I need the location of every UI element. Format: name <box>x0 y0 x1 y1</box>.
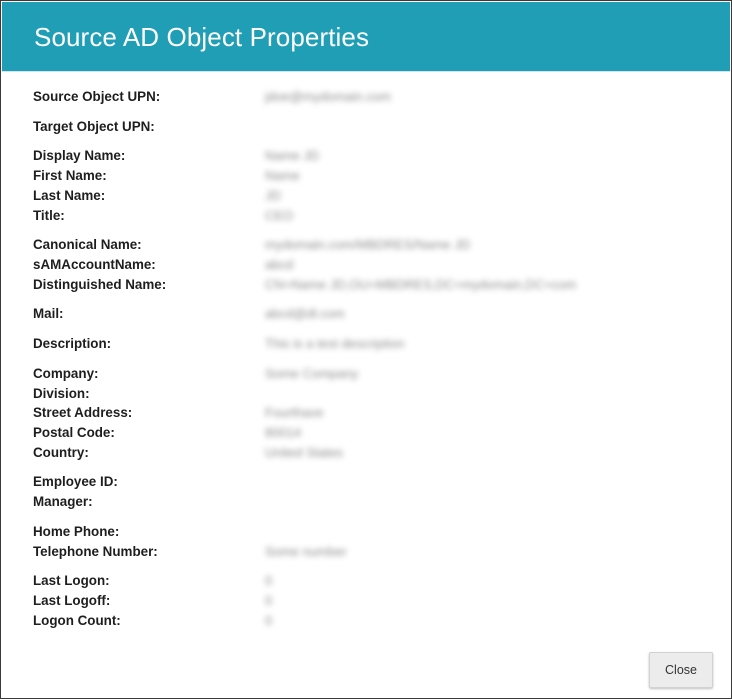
property-label: Last Name: <box>33 188 106 203</box>
property-value: 0 <box>265 573 273 588</box>
property-label: Logon Count: <box>33 613 121 628</box>
property-value: abcd <box>265 257 294 272</box>
property-row-mail: Mail: abcd@dl.com <box>1 304 731 324</box>
property-label: Manager: <box>33 494 93 509</box>
property-value: Name JD <box>265 148 320 163</box>
property-label: Division: <box>33 386 90 401</box>
property-value: This is a test description <box>265 336 405 351</box>
property-value: 0 <box>265 613 273 628</box>
property-value: mydomain.com/MBDRES/Name JD <box>265 237 471 252</box>
property-label: Canonical Name: <box>33 237 142 252</box>
property-label: Telephone Number: <box>33 544 158 559</box>
dialog-title: Source AD Object Properties <box>34 22 370 52</box>
close-button[interactable]: Close <box>649 652 713 688</box>
property-row-logon-count: Logon Count: 0 <box>1 611 731 631</box>
property-row-display-name: Display Name: Name JD <box>1 146 731 166</box>
property-label: Source Object UPN: <box>33 89 161 104</box>
property-label: Country: <box>33 445 89 460</box>
property-label: Display Name: <box>33 148 126 163</box>
property-label: Last Logon: <box>33 573 110 588</box>
property-value: Name <box>265 168 300 183</box>
property-value: JD <box>265 188 281 203</box>
property-value: Some Company <box>265 366 359 381</box>
property-row-postal-code: Postal Code: 80014 <box>1 423 731 443</box>
property-row-last-logon: Last Logon: 0 <box>1 571 731 591</box>
property-row-division: Division: <box>1 384 731 404</box>
property-label: Last Logoff: <box>33 593 111 608</box>
property-label: Title: <box>33 208 65 223</box>
property-label: Employee ID: <box>33 474 118 489</box>
property-row-target-upn: Target Object UPN: <box>1 117 731 137</box>
property-row-company: Company: Some Company <box>1 364 731 384</box>
property-value: CEO <box>265 208 294 223</box>
property-label: Home Phone: <box>33 524 120 539</box>
property-label: Description: <box>33 336 112 351</box>
property-row-manager: Manager: <box>1 492 731 512</box>
property-value: 0 <box>265 593 273 608</box>
property-label: First Name: <box>33 168 107 183</box>
property-label: Street Address: <box>33 405 133 420</box>
property-row-distinguished-name: Distinguished Name: CN=Name JD,OU=MBDRES… <box>1 275 731 295</box>
property-row-country: Country: United States <box>1 443 731 463</box>
property-row-employee-id: Employee ID: <box>1 472 731 492</box>
properties-dialog: Source AD Object Properties Source Objec… <box>0 0 732 699</box>
property-row-source-upn: Source Object UPN: jdoe@mydomain.com <box>1 87 731 107</box>
property-row-samaccountname: sAMAccountName: abcd <box>1 255 731 275</box>
dialog-header: Source AD Object Properties <box>2 2 730 72</box>
property-row-first-name: First Name: Name <box>1 166 731 186</box>
property-label: Target Object UPN: <box>33 119 155 134</box>
property-row-description: Description: This is a test description <box>1 334 731 354</box>
property-value: Some number <box>265 544 347 559</box>
property-label: Distinguished Name: <box>33 277 167 292</box>
property-value: CN=Name JD,OU=MBDRES,DC=mydomain,DC=com <box>265 277 577 292</box>
property-label: Company: <box>33 366 99 381</box>
property-row-canonical-name: Canonical Name: mydomain.com/MBDRES/Name… <box>1 235 731 255</box>
property-value: jdoe@mydomain.com <box>265 89 391 104</box>
property-row-telephone-number: Telephone Number: Some number <box>1 542 731 562</box>
property-row-title: Title: CEO <box>1 206 731 226</box>
property-value: Fourthave <box>265 405 324 420</box>
property-value: 80014 <box>265 425 302 440</box>
property-value: abcd@dl.com <box>265 306 345 321</box>
property-row-last-name: Last Name: JD <box>1 186 731 206</box>
property-label: Mail: <box>33 306 64 321</box>
property-row-last-logoff: Last Logoff: 0 <box>1 591 731 611</box>
property-row-street-address: Street Address: Fourthave <box>1 403 731 423</box>
property-value: United States <box>265 445 344 460</box>
property-label: Postal Code: <box>33 425 115 440</box>
property-row-home-phone: Home Phone: <box>1 522 731 542</box>
property-label: sAMAccountName: <box>33 257 156 272</box>
